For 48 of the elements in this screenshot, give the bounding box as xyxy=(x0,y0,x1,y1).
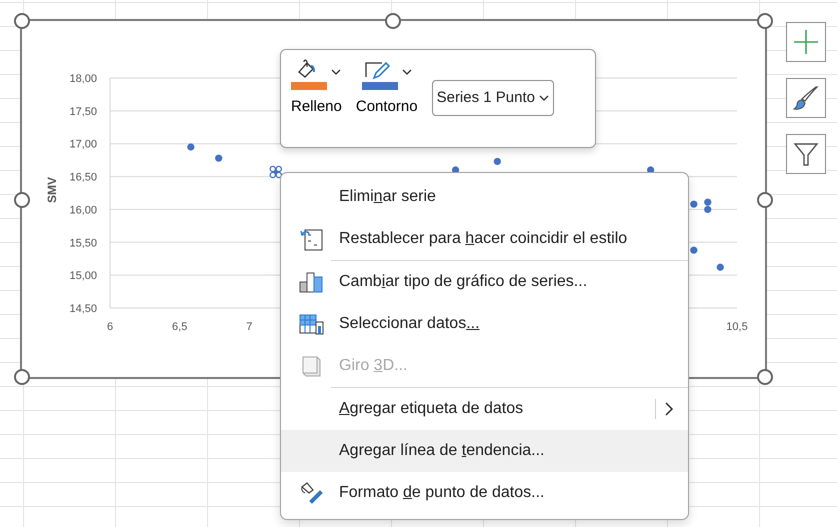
data-point[interactable] xyxy=(704,206,712,214)
y-tick-label: 15,50 xyxy=(69,237,97,250)
chart-styles-button[interactable] xyxy=(786,78,826,118)
y-tick-label: 14,50 xyxy=(69,303,97,315)
y-tick-label: 15,00 xyxy=(69,270,97,282)
data-point[interactable] xyxy=(187,143,194,151)
x-tick-label: 6 xyxy=(106,321,114,333)
resize-handle[interactable] xyxy=(757,369,773,385)
menu-item[interactable]: Restablecer para hacer coincidir el estilo xyxy=(281,218,688,260)
y-tick-label: 16,00 xyxy=(69,204,97,216)
y-tick-label: 17,50 xyxy=(69,106,97,118)
plus-icon xyxy=(792,28,820,56)
outline-button[interactable]: Contorno xyxy=(356,58,418,118)
data-point[interactable] xyxy=(716,264,724,271)
caret-icon xyxy=(331,68,342,76)
menu-item[interactable]: Agregar etiqueta de datos xyxy=(281,388,688,430)
data-point[interactable] xyxy=(690,200,698,208)
element-select[interactable]: Series 1 Punto xyxy=(432,80,554,116)
menu-item[interactable]: Seleccionar datos... xyxy=(281,303,688,345)
y-tick-label: 17,00 xyxy=(69,138,97,151)
data-point[interactable] xyxy=(215,154,222,162)
data-point[interactable] xyxy=(494,158,501,166)
menu-item[interactable]: Formato de punto de datos... xyxy=(281,472,688,514)
y-tick-label: 16,50 xyxy=(69,172,97,184)
resize-handle[interactable] xyxy=(14,13,30,29)
data-point[interactable] xyxy=(704,198,712,206)
resize-handle[interactable] xyxy=(14,369,30,385)
brush-icon xyxy=(792,84,820,112)
add-chart-element-button[interactable] xyxy=(786,22,826,62)
table-chart-icon xyxy=(298,312,326,336)
x-tick-label: 10,5 xyxy=(726,321,748,333)
fill-button[interactable]: Relleno xyxy=(291,58,342,118)
x-tick-label: 7 xyxy=(246,321,252,333)
caret-icon xyxy=(539,94,549,102)
resize-handle[interactable] xyxy=(14,192,30,208)
menu-item[interactable]: Cambiar tipo de gráfico de series... xyxy=(281,261,688,303)
resize-handle[interactable] xyxy=(757,13,773,29)
x-tick-label: 6,5 xyxy=(172,321,188,333)
y-axis-title: SMV xyxy=(45,177,59,203)
resize-handle[interactable] xyxy=(757,192,773,208)
chart-filters-button[interactable] xyxy=(786,134,826,174)
caret-icon xyxy=(402,68,412,76)
y-tick-label: 18,00 xyxy=(69,73,97,85)
menu-item[interactable]: Eliminar serie xyxy=(281,176,688,218)
data-point[interactable] xyxy=(270,166,282,178)
resize-handle[interactable] xyxy=(385,13,401,29)
menu-item[interactable]: Agregar línea de tendencia... xyxy=(281,430,688,472)
data-point[interactable] xyxy=(690,246,698,254)
